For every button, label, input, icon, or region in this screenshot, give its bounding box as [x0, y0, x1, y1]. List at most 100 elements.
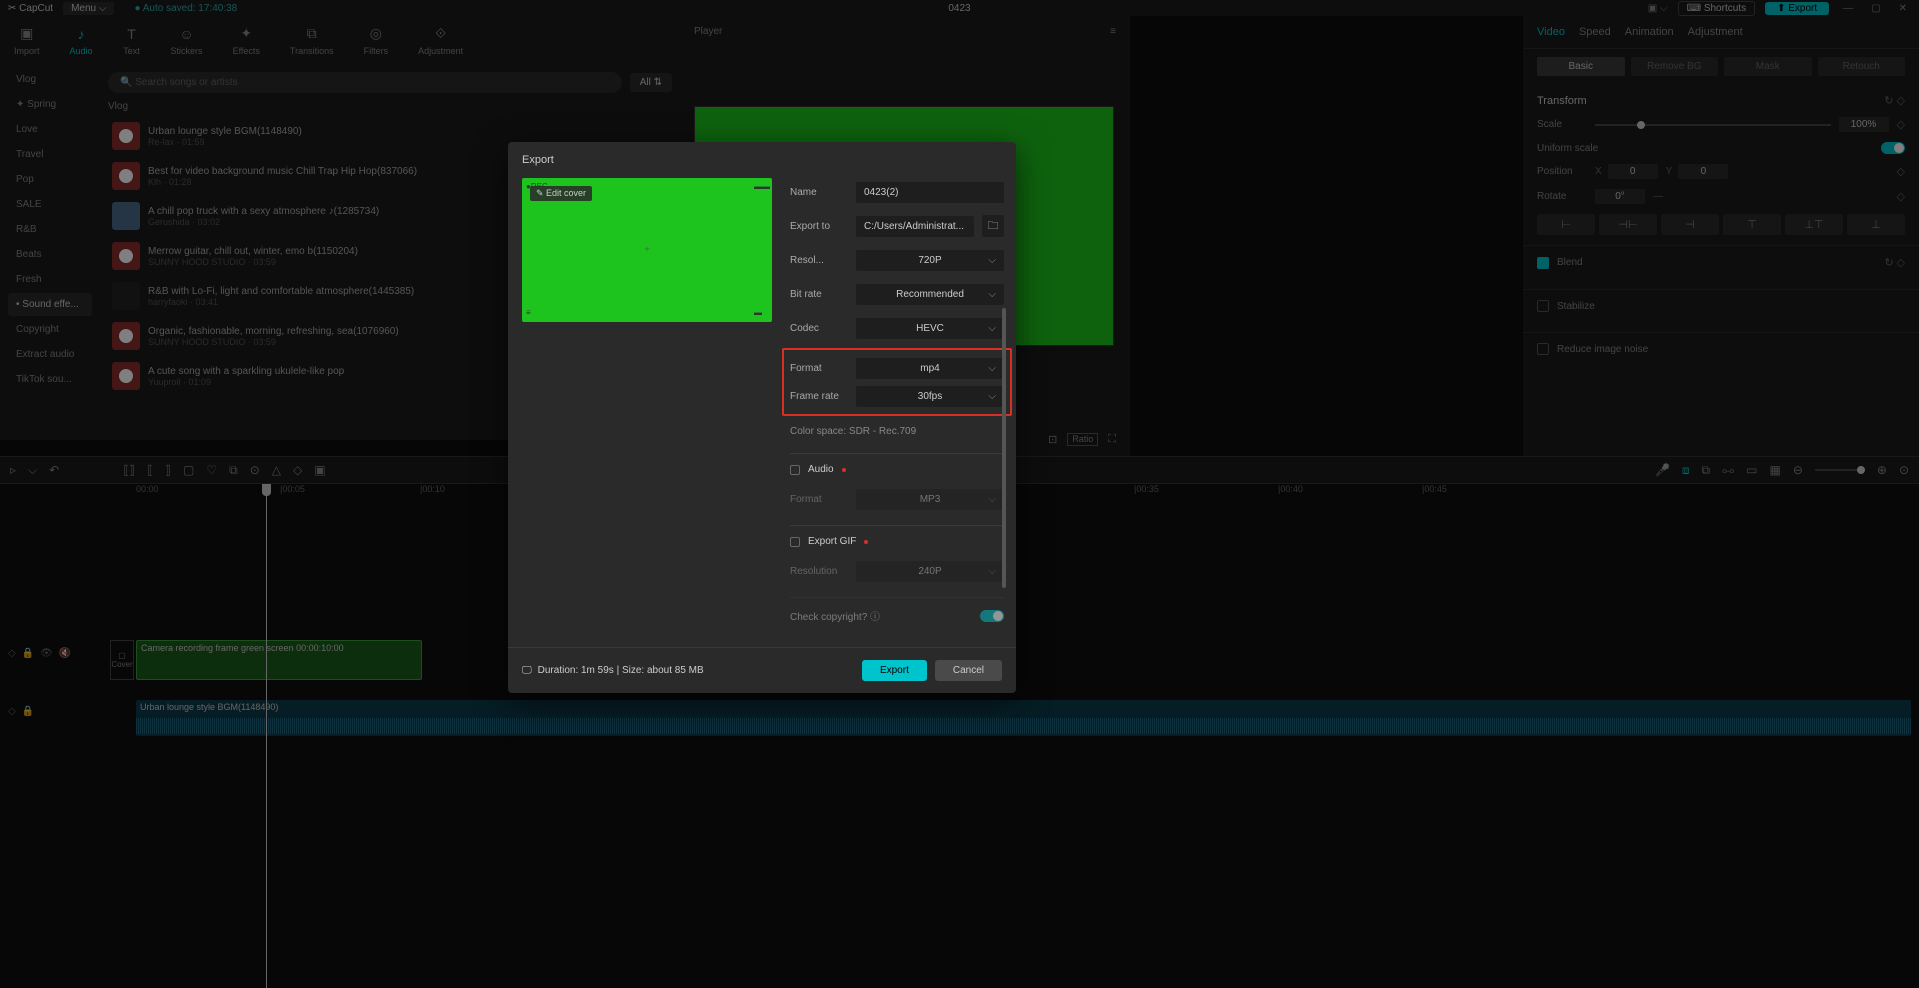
sidebar-item-spring[interactable]: ✦ Spring: [8, 93, 92, 116]
format-select[interactable]: mp4: [856, 358, 1004, 379]
filter-all-button[interactable]: All ⇅: [630, 73, 672, 92]
subtab-basic[interactable]: Basic: [1537, 57, 1625, 76]
preview-icon[interactable]: ▭: [1746, 463, 1757, 477]
maximize-icon[interactable]: ▢: [1867, 3, 1884, 14]
keyframe-transform-icon[interactable]: ◇: [1897, 95, 1905, 107]
track-mute-icon[interactable]: 🔇: [59, 648, 71, 659]
audio-clip[interactable]: Urban lounge style BGM(1148490): [136, 700, 1911, 736]
track-toggle-icon[interactable]: ◇: [8, 648, 16, 659]
subtab-retouch[interactable]: Retouch: [1818, 57, 1906, 76]
tool-dropdown-icon[interactable]: ⌵: [28, 463, 37, 478]
player-menu-icon[interactable]: ≡: [1110, 26, 1116, 37]
export-confirm-button[interactable]: Export: [862, 660, 927, 681]
minimize-icon[interactable]: —: [1839, 3, 1857, 14]
original-size-icon[interactable]: ⊡: [1048, 433, 1057, 446]
copy-icon[interactable]: ⧉: [229, 463, 238, 478]
tab-stickers[interactable]: ☺Stickers: [165, 21, 209, 60]
keyframe-blend-icon[interactable]: ◇: [1897, 257, 1905, 269]
fullscreen-icon[interactable]: ⛶: [1108, 433, 1116, 446]
ratio-button[interactable]: Ratio: [1067, 433, 1098, 446]
magnet-icon[interactable]: ⧈: [1682, 463, 1690, 478]
undo-icon[interactable]: ↶: [49, 463, 59, 477]
uniform-scale-toggle[interactable]: [1881, 142, 1905, 154]
audio-track-toggle-icon[interactable]: ◇: [8, 706, 16, 717]
align-left-icon[interactable]: ⊢: [1537, 214, 1595, 235]
sidebar-item-fresh[interactable]: Fresh: [8, 268, 92, 291]
keyframe-scale-icon[interactable]: ◇: [1897, 118, 1905, 131]
cancel-button[interactable]: Cancel: [935, 660, 1002, 681]
tab-audio[interactable]: ♪Audio: [64, 21, 99, 60]
subtab-mask[interactable]: Mask: [1724, 57, 1812, 76]
cover-preview[interactable]: ✎ Edit cover ●REC▬▬ ≡▬ +: [522, 178, 772, 322]
rotate-input[interactable]: 0°: [1595, 189, 1645, 204]
framerate-select[interactable]: 30fps: [856, 386, 1004, 407]
blend-checkbox[interactable]: [1537, 257, 1549, 269]
bitrate-select[interactable]: Recommended: [856, 284, 1004, 305]
playhead[interactable]: [266, 484, 267, 988]
favorite-icon[interactable]: ♡: [206, 463, 217, 477]
rotate-icon[interactable]: ◇: [293, 463, 302, 477]
search-input[interactable]: 🔍 Search songs or artists: [108, 72, 622, 93]
sidebar-item-beats[interactable]: Beats: [8, 243, 92, 266]
keyframe-rotate-icon[interactable]: ◇: [1897, 190, 1905, 203]
stabilize-checkbox[interactable]: [1537, 300, 1549, 312]
cover-button[interactable]: ▢Cover: [110, 640, 134, 680]
zoom-in-icon[interactable]: ⊕: [1877, 463, 1887, 477]
insp-tab-animation[interactable]: Animation: [1625, 26, 1674, 38]
sidebar-item-sale[interactable]: SALE: [8, 193, 92, 216]
autocrop-icon[interactable]: ▦: [1769, 463, 1780, 477]
sidebar-item-love[interactable]: Love: [8, 118, 92, 141]
position-y-input[interactable]: 0: [1678, 164, 1728, 179]
gif-resolution-select[interactable]: 240P: [856, 561, 1004, 582]
sidebar-item-travel[interactable]: Travel: [8, 143, 92, 166]
insp-tab-adjustment[interactable]: Adjustment: [1688, 26, 1743, 38]
audio-export-checkbox[interactable]: [790, 465, 800, 475]
align-center-v-icon[interactable]: ⊥⊤: [1785, 214, 1843, 235]
align-bottom-icon[interactable]: ⊥: [1847, 214, 1905, 235]
align-top-icon[interactable]: ⊤: [1723, 214, 1781, 235]
audio-format-select[interactable]: MP3: [856, 489, 1004, 510]
scale-slider[interactable]: [1595, 124, 1831, 126]
menu-button[interactable]: Menu ⌵: [63, 2, 114, 15]
mirror-icon[interactable]: △: [272, 463, 281, 477]
tab-adjustment[interactable]: ⟐Adjustment: [412, 21, 469, 60]
shortcuts-button[interactable]: ⌨ Shortcuts: [1678, 1, 1755, 16]
subtab-remove-bg[interactable]: Remove BG: [1631, 57, 1719, 76]
position-x-input[interactable]: 0: [1608, 164, 1658, 179]
keyframe-position-icon[interactable]: ◇: [1897, 165, 1905, 178]
mic-icon[interactable]: 🎤: [1655, 463, 1670, 477]
tab-text[interactable]: TText: [117, 21, 147, 60]
sidebar-item-vlog[interactable]: Vlog: [8, 68, 92, 91]
align-right-icon[interactable]: ⊣: [1661, 214, 1719, 235]
zoom-out-icon[interactable]: ⊖: [1793, 463, 1803, 477]
tab-filters[interactable]: ◎Filters: [358, 21, 395, 60]
gif-export-checkbox[interactable]: [790, 537, 800, 547]
link-icon[interactable]: ⧉: [1702, 463, 1711, 478]
scrollbar[interactable]: [1002, 308, 1006, 588]
name-input[interactable]: [856, 182, 1004, 203]
copyright-toggle[interactable]: [980, 610, 1004, 622]
delete-right-icon[interactable]: ⟧: [165, 463, 171, 477]
resolution-select[interactable]: 720P: [856, 250, 1004, 271]
layout-icon[interactable]: ▣ ⌵: [1648, 3, 1668, 14]
align-center-h-icon[interactable]: ⊣⊢: [1599, 214, 1657, 235]
browse-folder-button[interactable]: 🗀: [982, 215, 1004, 237]
export-path-input[interactable]: C:/Users/Administrat...: [856, 216, 974, 237]
reset-transform-icon[interactable]: ↻: [1884, 95, 1893, 107]
fit-icon[interactable]: ⊙: [1899, 463, 1909, 477]
tab-effects[interactable]: ✦Effects: [227, 21, 266, 60]
noise-checkbox[interactable]: [1537, 343, 1549, 355]
crop2-icon[interactable]: ▣: [314, 463, 325, 477]
video-clip[interactable]: Camera recording frame green screen 00:0…: [136, 640, 422, 680]
tab-import[interactable]: ▣Import: [8, 21, 46, 60]
scale-value[interactable]: 100%: [1839, 117, 1889, 132]
track-lock-icon[interactable]: 🔒: [22, 648, 34, 659]
sidebar-item-copyright[interactable]: Copyright: [8, 318, 92, 341]
insp-tab-speed[interactable]: Speed: [1579, 26, 1611, 38]
close-icon[interactable]: ✕: [1895, 3, 1911, 14]
export-button-top[interactable]: ⬆ Export: [1765, 2, 1829, 15]
reverse-icon[interactable]: ⊙: [250, 463, 260, 477]
sidebar-item-rnb[interactable]: R&B: [8, 218, 92, 241]
sidebar-item-extract-audio[interactable]: Extract audio: [8, 343, 92, 366]
crop-icon[interactable]: ▢: [183, 463, 194, 477]
